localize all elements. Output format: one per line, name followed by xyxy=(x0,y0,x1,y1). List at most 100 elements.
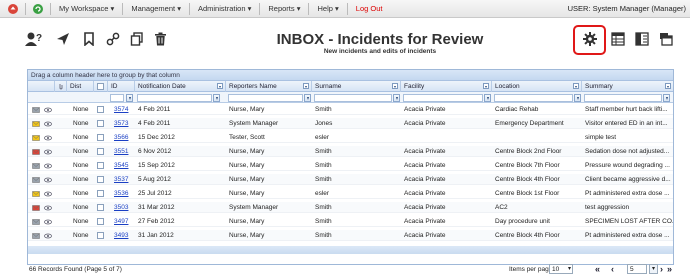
chevron-down-icon[interactable] xyxy=(392,83,398,89)
view-icon[interactable] xyxy=(44,162,52,170)
select-all-checkbox[interactable] xyxy=(97,83,104,90)
filter-id-input[interactable] xyxy=(110,93,124,102)
items-per-page-select[interactable]: 10 ▾ xyxy=(549,264,573,274)
incident-id-link[interactable]: 3537 xyxy=(114,176,128,183)
send-icon[interactable] xyxy=(53,29,73,49)
view-icon[interactable] xyxy=(44,134,52,142)
gear-icon[interactable] xyxy=(580,29,600,49)
incident-id-link[interactable]: 3566 xyxy=(114,134,128,141)
table-row[interactable]: None 3574 4 Feb 2011 Nurse, Mary Smith Acacia… xyxy=(28,104,673,115)
id-cell[interactable]: 3551 xyxy=(111,146,135,157)
id-cell[interactable]: 3497 xyxy=(111,216,135,227)
id-cell[interactable]: 3493 xyxy=(111,230,135,241)
col-header-surname[interactable]: Surname xyxy=(312,81,401,92)
filter-summary-button[interactable] xyxy=(663,93,670,102)
col-header-dist[interactable]: Dist xyxy=(67,81,94,92)
row-checkbox[interactable] xyxy=(97,106,104,113)
row-checkbox[interactable] xyxy=(97,218,104,225)
row-checkbox[interactable] xyxy=(97,148,104,155)
view-icon[interactable] xyxy=(44,204,52,212)
link-icon[interactable] xyxy=(103,29,123,49)
menu-my-workspace[interactable]: My Workspace ▾ xyxy=(56,4,117,13)
filter-reporter-input[interactable] xyxy=(228,93,303,102)
filter-date-input[interactable] xyxy=(137,93,212,102)
col-header-attachment[interactable] xyxy=(55,81,67,92)
id-cell[interactable]: 3566 xyxy=(111,132,135,143)
last-page-button[interactable]: » xyxy=(667,264,672,274)
view-icon[interactable] xyxy=(44,218,52,226)
table-row[interactable]: None 3497 27 Feb 2012 Nurse, Mary Smith Acaci… xyxy=(28,216,673,227)
row-checkbox[interactable] xyxy=(97,134,104,141)
row-checkbox[interactable] xyxy=(97,204,104,211)
incident-id-link[interactable]: 3551 xyxy=(114,148,128,155)
chevron-down-icon[interactable] xyxy=(483,83,489,89)
table-row[interactable]: None 3503 31 Mar 2012 System Manager Smith Ac… xyxy=(28,202,673,213)
menu-management[interactable]: Management ▾ xyxy=(128,4,184,13)
col-header-id[interactable]: ID xyxy=(108,81,135,92)
id-cell[interactable]: 3574 xyxy=(111,104,135,115)
split-view-icon[interactable] xyxy=(632,29,652,49)
col-header-select[interactable] xyxy=(94,81,108,92)
filter-surname-button[interactable] xyxy=(393,93,400,102)
grid-view-icon[interactable] xyxy=(608,29,628,49)
filter-location-button[interactable] xyxy=(574,93,581,102)
incident-id-link[interactable]: 3573 xyxy=(114,120,128,127)
table-row[interactable]: None 3536 25 Jul 2012 Nurse, Mary esler Acaci… xyxy=(28,188,673,199)
filter-id-button[interactable] xyxy=(126,93,133,102)
filter-date-button[interactable] xyxy=(213,93,220,102)
row-checkbox[interactable] xyxy=(97,120,104,127)
col-header-notification-date[interactable]: Notification Date xyxy=(135,81,226,92)
view-icon[interactable] xyxy=(44,176,52,184)
view-icon[interactable] xyxy=(44,232,52,240)
row-checkbox[interactable] xyxy=(97,190,104,197)
row-checkbox[interactable] xyxy=(97,162,104,169)
incident-id-link[interactable]: 3497 xyxy=(114,218,128,225)
table-row[interactable]: None 3545 15 Sep 2012 Nurse, Mary Smith Acaci… xyxy=(28,160,673,171)
previous-page-button[interactable]: ‹ xyxy=(611,264,614,274)
col-header-facility[interactable]: Facility xyxy=(401,81,492,92)
view-icon[interactable] xyxy=(44,148,52,156)
incident-id-link[interactable]: 3503 xyxy=(114,204,128,211)
menu-reports[interactable]: Reports ▾ xyxy=(265,4,303,13)
bookmark-icon[interactable] xyxy=(79,29,99,49)
menu-help[interactable]: Help ▾ xyxy=(314,4,341,13)
incident-id-link[interactable]: 3493 xyxy=(114,232,128,239)
row-checkbox[interactable] xyxy=(97,232,104,239)
col-header-reporters-name[interactable]: Reporters Name xyxy=(226,81,312,92)
first-page-button[interactable]: « xyxy=(595,264,600,274)
page-spinner-button[interactable]: ▾ xyxy=(649,264,658,274)
incident-id-link[interactable]: 3574 xyxy=(114,106,128,113)
user-help-icon[interactable]: ? xyxy=(24,29,44,49)
logout-link[interactable]: Log Out xyxy=(353,4,386,13)
filter-surname-input[interactable] xyxy=(314,93,392,102)
chevron-down-icon[interactable] xyxy=(665,83,671,89)
incident-id-link[interactable]: 3536 xyxy=(114,190,128,197)
next-page-button[interactable]: › xyxy=(660,264,663,274)
id-cell[interactable]: 3537 xyxy=(111,174,135,185)
view-icon[interactable] xyxy=(44,120,52,128)
chevron-down-icon[interactable] xyxy=(573,83,579,89)
copy-icon[interactable] xyxy=(127,29,147,49)
chevron-down-icon[interactable] xyxy=(303,83,309,89)
window-stack-icon[interactable] xyxy=(656,29,676,49)
view-icon[interactable] xyxy=(44,190,52,198)
table-row[interactable]: None 3566 15 Dec 2012 Tester, Scott esler sim… xyxy=(28,132,673,143)
menu-administration[interactable]: Administration ▾ xyxy=(195,4,254,13)
filter-summary-input[interactable] xyxy=(584,93,662,102)
table-row[interactable]: None 3537 5 Aug 2012 Nurse, Mary Smith Acacia… xyxy=(28,174,673,185)
id-cell[interactable]: 3503 xyxy=(111,202,135,213)
filter-facility-input[interactable] xyxy=(403,93,483,102)
table-row[interactable]: None 3573 4 Feb 2011 System Manager Jones Aca… xyxy=(28,118,673,129)
table-row[interactable]: None 3493 31 Jan 2012 Nurse, Mary Smith Acaci… xyxy=(28,230,673,241)
filter-reporter-button[interactable] xyxy=(304,93,311,102)
view-icon[interactable] xyxy=(44,106,52,114)
row-checkbox[interactable] xyxy=(97,176,104,183)
current-page-input[interactable]: 5 xyxy=(627,264,647,274)
group-by-panel[interactable]: Drag a column header here to group by th… xyxy=(28,70,673,81)
id-cell[interactable]: 3573 xyxy=(111,118,135,129)
col-header-location[interactable]: Location xyxy=(492,81,582,92)
table-row[interactable]: None 3551 6 Nov 2012 Nurse, Mary Smith Acacia… xyxy=(28,146,673,157)
id-cell[interactable]: 3545 xyxy=(111,160,135,171)
filter-location-input[interactable] xyxy=(494,93,573,102)
home-icon[interactable] xyxy=(6,2,20,16)
